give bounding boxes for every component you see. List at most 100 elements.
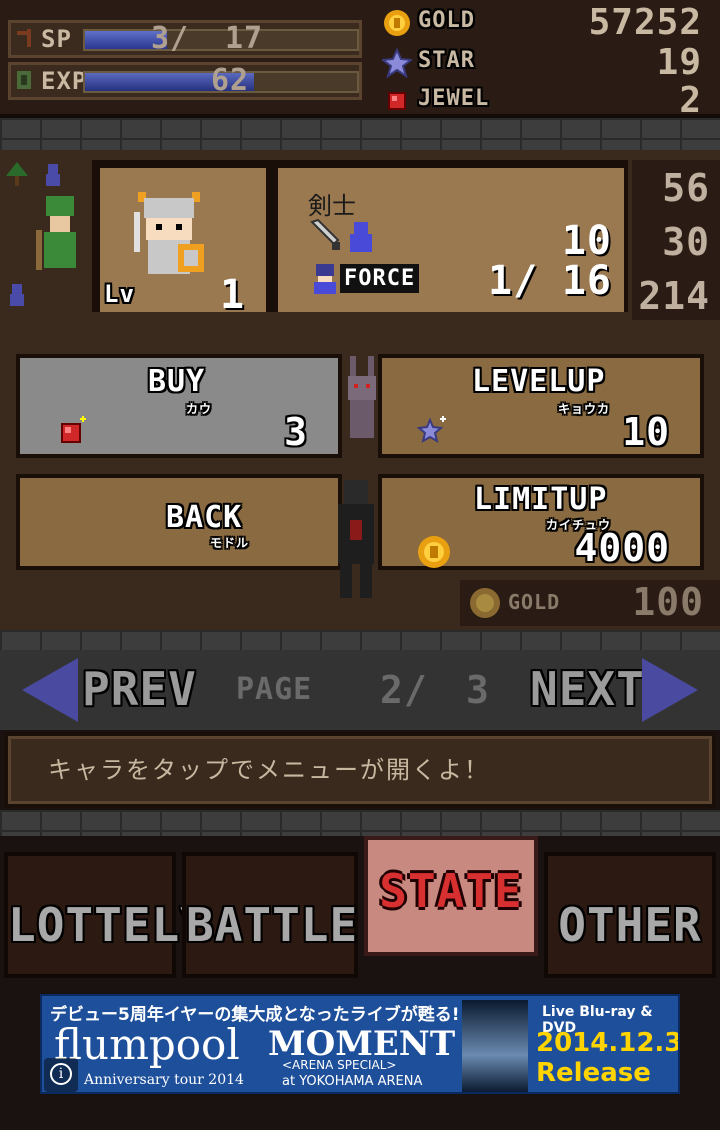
exp-value: 62 xyxy=(211,63,250,98)
tab-battle[interactable]: BATTLE xyxy=(182,852,358,978)
tab-state[interactable]: STATE xyxy=(364,836,538,956)
character-name: 剣士 xyxy=(308,192,356,220)
page-navigation: PREV PAGE 2/ 3 NEXT xyxy=(0,650,720,730)
star-icon xyxy=(382,48,412,78)
sword-icon xyxy=(310,218,340,250)
swordsman-sprite-icon xyxy=(134,192,204,274)
unit-icon xyxy=(350,222,372,252)
character-portrait[interactable]: Lv 1 xyxy=(100,168,270,318)
levelup-title: LEVELUP xyxy=(472,364,606,399)
rabbit-enemy-sprite-icon xyxy=(348,356,376,438)
gold-value: 57252 xyxy=(588,2,702,43)
stone-wall-bottom xyxy=(0,810,720,836)
gold-row: GOLD 57252 xyxy=(380,2,712,43)
sp-track xyxy=(83,29,359,51)
star-icon xyxy=(416,416,446,444)
limitup-title: LIMITUP xyxy=(474,482,608,517)
limitup-button[interactable]: LIMITUP カイチュウ 4000 xyxy=(378,474,704,570)
tab-other[interactable]: OTHER xyxy=(544,852,716,978)
levelup-cost: 10 xyxy=(622,410,670,454)
ad-venue: at YOKOHAMA ARENA xyxy=(282,1074,423,1089)
prev-arrow-icon[interactable] xyxy=(22,658,78,722)
character-card[interactable]: Lv 1 剣士 10 FORCE 1/ 16 xyxy=(92,160,628,318)
jewel-row: JEWEL 2 xyxy=(380,80,712,121)
star-label: STAR xyxy=(418,48,475,73)
gold-info-row: GOLD 100 xyxy=(460,580,720,626)
jewel-icon xyxy=(388,92,406,110)
jewel-label: JEWEL xyxy=(418,86,490,111)
sword-icon xyxy=(17,29,31,47)
side-stat-1: 56 xyxy=(662,166,710,210)
limitup-cost: 4000 xyxy=(574,526,670,570)
exp-bar: EXP 62 xyxy=(8,62,362,100)
page-total: 3 xyxy=(466,668,490,712)
tree-icon xyxy=(6,162,28,186)
sp-bar: SP 3/ 17 xyxy=(8,20,362,58)
message-text: キャラをタップでメニューが開くよ！ xyxy=(48,756,490,784)
force-max: 16 xyxy=(561,258,612,304)
ad-info-button[interactable]: i xyxy=(44,1058,78,1092)
ad-tour: Anniversary tour 2014 xyxy=(84,1072,244,1088)
gold-info-label: GOLD xyxy=(508,590,561,614)
exp-label: EXP xyxy=(41,67,88,95)
message-box: キャラをタップでメニューが開くよ！ xyxy=(4,732,716,808)
back-subtitle: モドル xyxy=(210,536,250,550)
ad-photo xyxy=(462,1000,528,1092)
gold-coin-icon xyxy=(384,10,410,36)
ad-arena: <ARENA SPECIAL> xyxy=(282,1058,397,1072)
level-label: Lv xyxy=(104,280,135,308)
shield-icon xyxy=(17,71,31,89)
back-title: BACK xyxy=(166,500,243,535)
game-field: Lv 1 剣士 10 FORCE 1/ 16 56 30 214 BUY カウ xyxy=(0,150,720,630)
soldier-sprite-icon xyxy=(10,284,24,306)
tab-bar: LOTTELY BATTLE STATE OTHER xyxy=(0,836,720,986)
buy-cost: 3 xyxy=(284,410,308,454)
jewel-icon xyxy=(61,416,86,443)
tab-battle-label: BATTLE xyxy=(186,898,359,952)
back-button[interactable]: BACK モドル xyxy=(16,474,342,570)
ad-banner[interactable]: デビュー5周年イヤーの集大成となったライブが甦る! flumpool Anniv… xyxy=(40,994,680,1094)
prev-button[interactable]: PREV xyxy=(82,662,197,716)
side-stat-3: 214 xyxy=(638,274,710,318)
ad-date: 2014.12.3 xyxy=(536,1028,680,1058)
jewel-value: 2 xyxy=(679,80,702,121)
buy-title: BUY xyxy=(148,364,206,399)
levelup-subtitle: キョウカ xyxy=(558,402,611,416)
force-current: 1/ xyxy=(488,258,539,304)
archer-sprite-icon xyxy=(36,196,76,270)
buy-subtitle: カウ xyxy=(186,402,213,416)
tab-state-label: STATE xyxy=(379,864,523,918)
star-row: STAR 19 xyxy=(380,42,712,83)
knight-sprite-icon xyxy=(46,164,60,186)
next-button[interactable]: NEXT xyxy=(530,662,645,716)
stone-wall-mid xyxy=(0,630,720,650)
side-stats: 56 30 214 xyxy=(632,160,720,320)
info-icon: i xyxy=(50,1063,72,1085)
gold-label: GOLD xyxy=(418,8,475,33)
level-value: 1 xyxy=(220,272,246,318)
tab-lottely-label: LOTTELY xyxy=(8,898,209,952)
sp-max: 17 xyxy=(225,21,264,56)
sp-current: 3/ xyxy=(151,21,190,56)
side-stat-2: 30 xyxy=(662,220,710,264)
page-label: PAGE xyxy=(236,672,313,707)
stone-wall-top xyxy=(0,118,720,154)
ad-brand: flumpool xyxy=(54,1020,240,1069)
sp-label: SP xyxy=(41,25,72,53)
gold-coin-icon xyxy=(418,536,450,568)
star-value: 19 xyxy=(656,42,702,83)
gold-info-value: 100 xyxy=(632,580,704,624)
force-label: FORCE xyxy=(340,264,420,293)
dark-knight-sprite-icon xyxy=(338,480,374,598)
force-unit-icon xyxy=(314,264,336,294)
ad-release: Release xyxy=(536,1058,651,1088)
character-info: 剣士 10 FORCE 1/ 16 xyxy=(278,168,624,312)
gold-coin-icon xyxy=(470,588,500,618)
tab-other-label: OTHER xyxy=(558,898,702,952)
page-current: 2/ xyxy=(380,668,428,712)
tab-lottely[interactable]: LOTTELY xyxy=(4,852,209,978)
status-header: SP 3/ 17 EXP 62 GOLD 57252 STAR 19 JEWEL… xyxy=(0,0,720,121)
levelup-button[interactable]: LEVELUP キョウカ 10 xyxy=(378,354,704,458)
buy-button[interactable]: BUY カウ 3 xyxy=(16,354,342,458)
next-arrow-icon[interactable] xyxy=(642,658,698,722)
